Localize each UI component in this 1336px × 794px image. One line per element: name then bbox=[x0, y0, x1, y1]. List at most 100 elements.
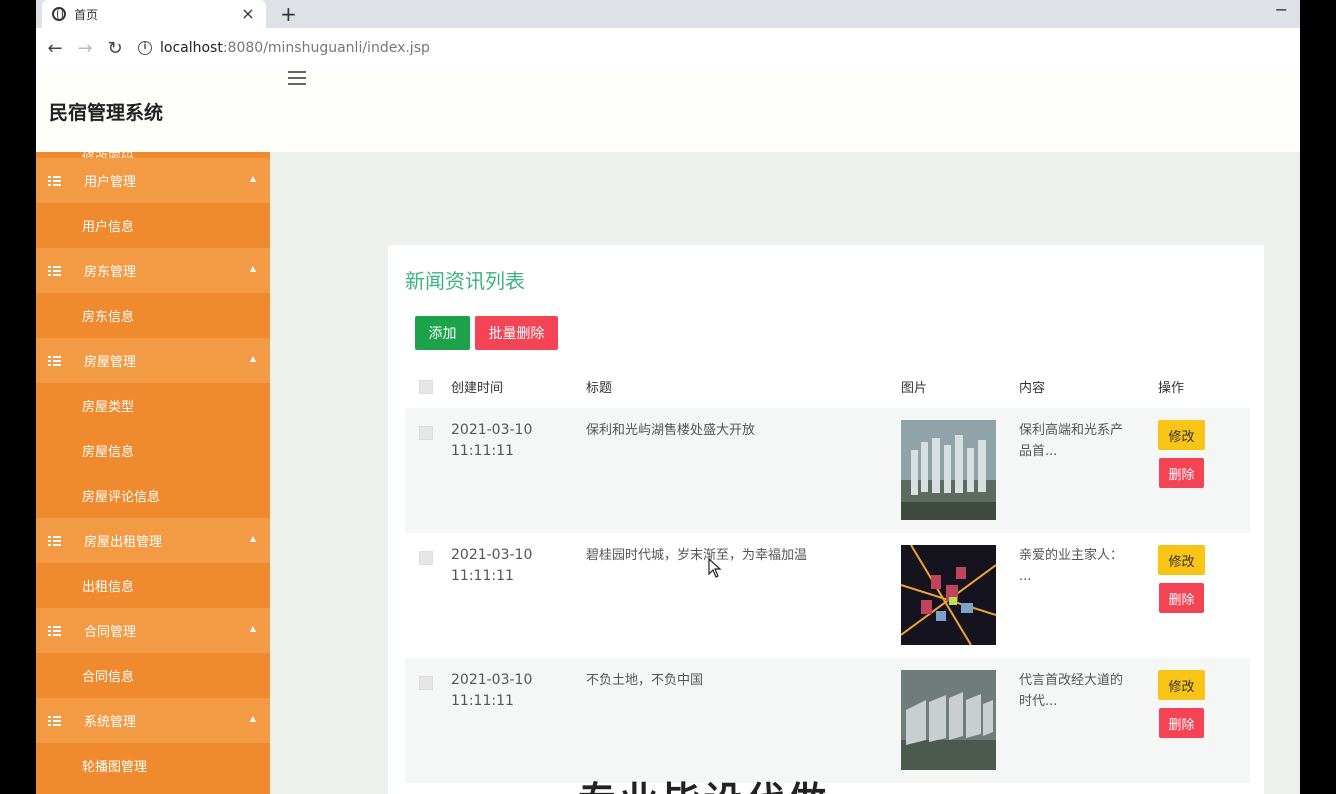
sidebar-item-6[interactable]: 房屋信息 bbox=[36, 428, 270, 473]
sidebar-item-label: 房东信息 bbox=[82, 310, 135, 325]
col-title: 标题 bbox=[586, 381, 613, 396]
bulk-delete-button[interactable]: 批量删除 bbox=[475, 316, 558, 350]
caret-up-icon: ▲ bbox=[249, 174, 256, 183]
sidebar-group-label: 房屋出租管理 bbox=[84, 535, 163, 550]
row-checkbox[interactable] bbox=[419, 676, 433, 690]
row-checkbox[interactable] bbox=[419, 426, 433, 440]
menu-grid-icon bbox=[48, 355, 61, 366]
mouse-cursor-icon bbox=[708, 558, 722, 578]
table-row: 2021-03-10 11:11:11 不负土地，不负中国 代言首改经大道的 时代...… bbox=[405, 658, 1250, 783]
sidebar-item-label: 房屋评论信息 bbox=[82, 490, 161, 505]
info-icon[interactable]: i bbox=[138, 41, 152, 55]
sidebar-group-label: 房东管理 bbox=[84, 265, 137, 280]
new-tab-button[interactable]: + bbox=[280, 2, 297, 26]
menu-grid-icon bbox=[48, 265, 61, 276]
news-thumbnail bbox=[901, 420, 996, 520]
browser-tab[interactable]: 首页 × bbox=[42, 0, 266, 28]
content-cell: 保利高端和光系产 品首... bbox=[1019, 423, 1124, 459]
menu-grid-icon bbox=[48, 535, 61, 546]
browser-window: 首页 × + − ← → ↻ i localhost:8080/minshugu… bbox=[36, 0, 1300, 794]
created-cell: 2021-03-10 11:11:11 bbox=[451, 547, 533, 584]
sidebar-item-label: 房屋信息 bbox=[82, 445, 135, 460]
forward-icon[interactable]: → bbox=[70, 33, 100, 63]
delete-button[interactable]: 删除 bbox=[1159, 708, 1204, 738]
sidebar-group-label: 房屋管理 bbox=[84, 355, 137, 370]
title-cell: 保利和光屿湖售楼处盛大开放 bbox=[586, 423, 756, 438]
app-header: 民宿管理系统 bbox=[36, 68, 1300, 152]
select-all-checkbox[interactable] bbox=[419, 379, 433, 394]
sidebar-item-7[interactable]: 房屋评论信息 bbox=[36, 473, 270, 518]
sidebar-item-9[interactable]: 出租信息 bbox=[36, 563, 270, 608]
content-cell: 代言首改经大道的 时代... bbox=[1019, 673, 1124, 709]
sidebar-group-4[interactable]: 房屋管理 ▲ bbox=[36, 338, 270, 383]
caret-up-icon: ▲ bbox=[249, 354, 256, 363]
main-content: 新闻资讯列表 添加 批量删除 创建时间 标题 图片 内容 操作 2021-03-… bbox=[270, 152, 1300, 794]
sidebar: 修改密码 用户管理▲用户信息房东管理▲房东信息房屋管理▲房屋类型房屋信息房屋评论… bbox=[36, 152, 270, 794]
menu-grid-icon bbox=[48, 175, 61, 186]
sidebar-item-13[interactable]: 轮播图管理 bbox=[36, 743, 270, 788]
title-cell: 碧桂园时代城，岁末渐至，为幸福加温 bbox=[586, 548, 808, 563]
overlay-text: 专业毕设代做 bbox=[578, 770, 830, 794]
menu-toggle-icon[interactable] bbox=[288, 71, 306, 85]
sidebar-group-0[interactable]: 用户管理 ▲ bbox=[36, 158, 270, 203]
col-actions: 操作 bbox=[1158, 381, 1185, 396]
edit-button[interactable]: 修改 bbox=[1158, 545, 1205, 575]
news-thumbnail bbox=[900, 544, 997, 646]
title-cell: 不负土地，不负中国 bbox=[586, 673, 704, 688]
caret-up-icon: ▲ bbox=[249, 624, 256, 633]
sidebar-group-12[interactable]: 系统管理 ▲ bbox=[36, 698, 270, 743]
sidebar-item-1[interactable]: 用户信息 bbox=[36, 203, 270, 248]
sidebar-item-label: 出租信息 bbox=[82, 580, 135, 595]
sidebar-group-label: 系统管理 bbox=[84, 715, 137, 730]
table-row: 2021-03-10 11:11:11 碧桂园时代城，岁末渐至，为幸福加温 亲爱的业主… bbox=[405, 533, 1250, 658]
url-host: localhost bbox=[160, 40, 223, 56]
table-header: 创建时间 标题 图片 内容 操作 bbox=[405, 365, 1250, 408]
sidebar-item-11[interactable]: 合同信息 bbox=[36, 653, 270, 698]
browser-toolbar: ← → ↻ i localhost:8080/minshuguanli/inde… bbox=[36, 28, 1300, 68]
news-list-card: 新闻资讯列表 添加 批量删除 创建时间 标题 图片 内容 操作 2021-03-… bbox=[388, 245, 1264, 794]
created-cell: 2021-03-10 11:11:11 bbox=[451, 672, 533, 709]
edit-button[interactable]: 修改 bbox=[1158, 420, 1205, 450]
tab-title: 首页 bbox=[74, 7, 99, 22]
col-created: 创建时间 bbox=[451, 381, 504, 396]
sidebar-group-8[interactable]: 房屋出租管理 ▲ bbox=[36, 518, 270, 563]
tab-close-icon[interactable]: × bbox=[240, 6, 256, 22]
sidebar-group-10[interactable]: 合同管理 ▲ bbox=[36, 608, 270, 653]
tab-strip: 首页 × + − bbox=[36, 0, 1300, 28]
delete-button[interactable]: 删除 bbox=[1159, 458, 1204, 488]
add-button[interactable]: 添加 bbox=[415, 316, 470, 350]
sidebar-group-2[interactable]: 房东管理 ▲ bbox=[36, 248, 270, 293]
page-title: 新闻资讯列表 bbox=[405, 269, 525, 293]
back-icon[interactable]: ← bbox=[40, 33, 70, 63]
right-letterbox bbox=[1300, 0, 1336, 794]
delete-button[interactable]: 删除 bbox=[1159, 583, 1204, 613]
table-row: 2021-03-10 11:11:11 保利和光屿湖售楼处盛大开放 保利高端和光系产品… bbox=[405, 408, 1250, 533]
sidebar-item-5[interactable]: 房屋类型 bbox=[36, 383, 270, 428]
menu-grid-icon bbox=[48, 625, 61, 636]
sidebar-group-label: 用户管理 bbox=[84, 175, 137, 190]
sidebar-item-label: 用户信息 bbox=[82, 220, 135, 235]
row-checkbox[interactable] bbox=[419, 551, 433, 565]
edit-button[interactable]: 修改 bbox=[1158, 670, 1205, 700]
col-image: 图片 bbox=[901, 381, 928, 396]
sidebar-item-3[interactable]: 房东信息 bbox=[36, 293, 270, 338]
created-cell: 2021-03-10 11:11:11 bbox=[451, 422, 533, 459]
caret-up-icon: ▲ bbox=[249, 534, 256, 543]
sidebar-item-label: 合同信息 bbox=[82, 670, 135, 685]
sidebar-item-label: 轮播图管理 bbox=[82, 760, 148, 775]
address-bar[interactable]: i localhost:8080/minshuguanli/index.jsp bbox=[138, 33, 430, 63]
reload-icon[interactable]: ↻ bbox=[100, 33, 130, 63]
menu-grid-icon bbox=[48, 715, 61, 726]
globe-icon bbox=[52, 7, 66, 21]
caret-up-icon: ▲ bbox=[249, 714, 256, 723]
content-cell: 亲爱的业主家人：... bbox=[1019, 548, 1124, 584]
sidebar-item-label: 房屋类型 bbox=[82, 400, 135, 415]
caret-up-icon: ▲ bbox=[249, 264, 256, 273]
col-content: 内容 bbox=[1019, 381, 1046, 396]
minimize-button[interactable]: − bbox=[1275, 0, 1288, 19]
left-letterbox bbox=[0, 0, 36, 794]
news-thumbnail bbox=[901, 670, 996, 770]
app-title: 民宿管理系统 bbox=[49, 102, 164, 124]
sidebar-group-label: 合同管理 bbox=[84, 625, 137, 640]
url-path: :8080/minshuguanli/index.jsp bbox=[222, 40, 430, 56]
